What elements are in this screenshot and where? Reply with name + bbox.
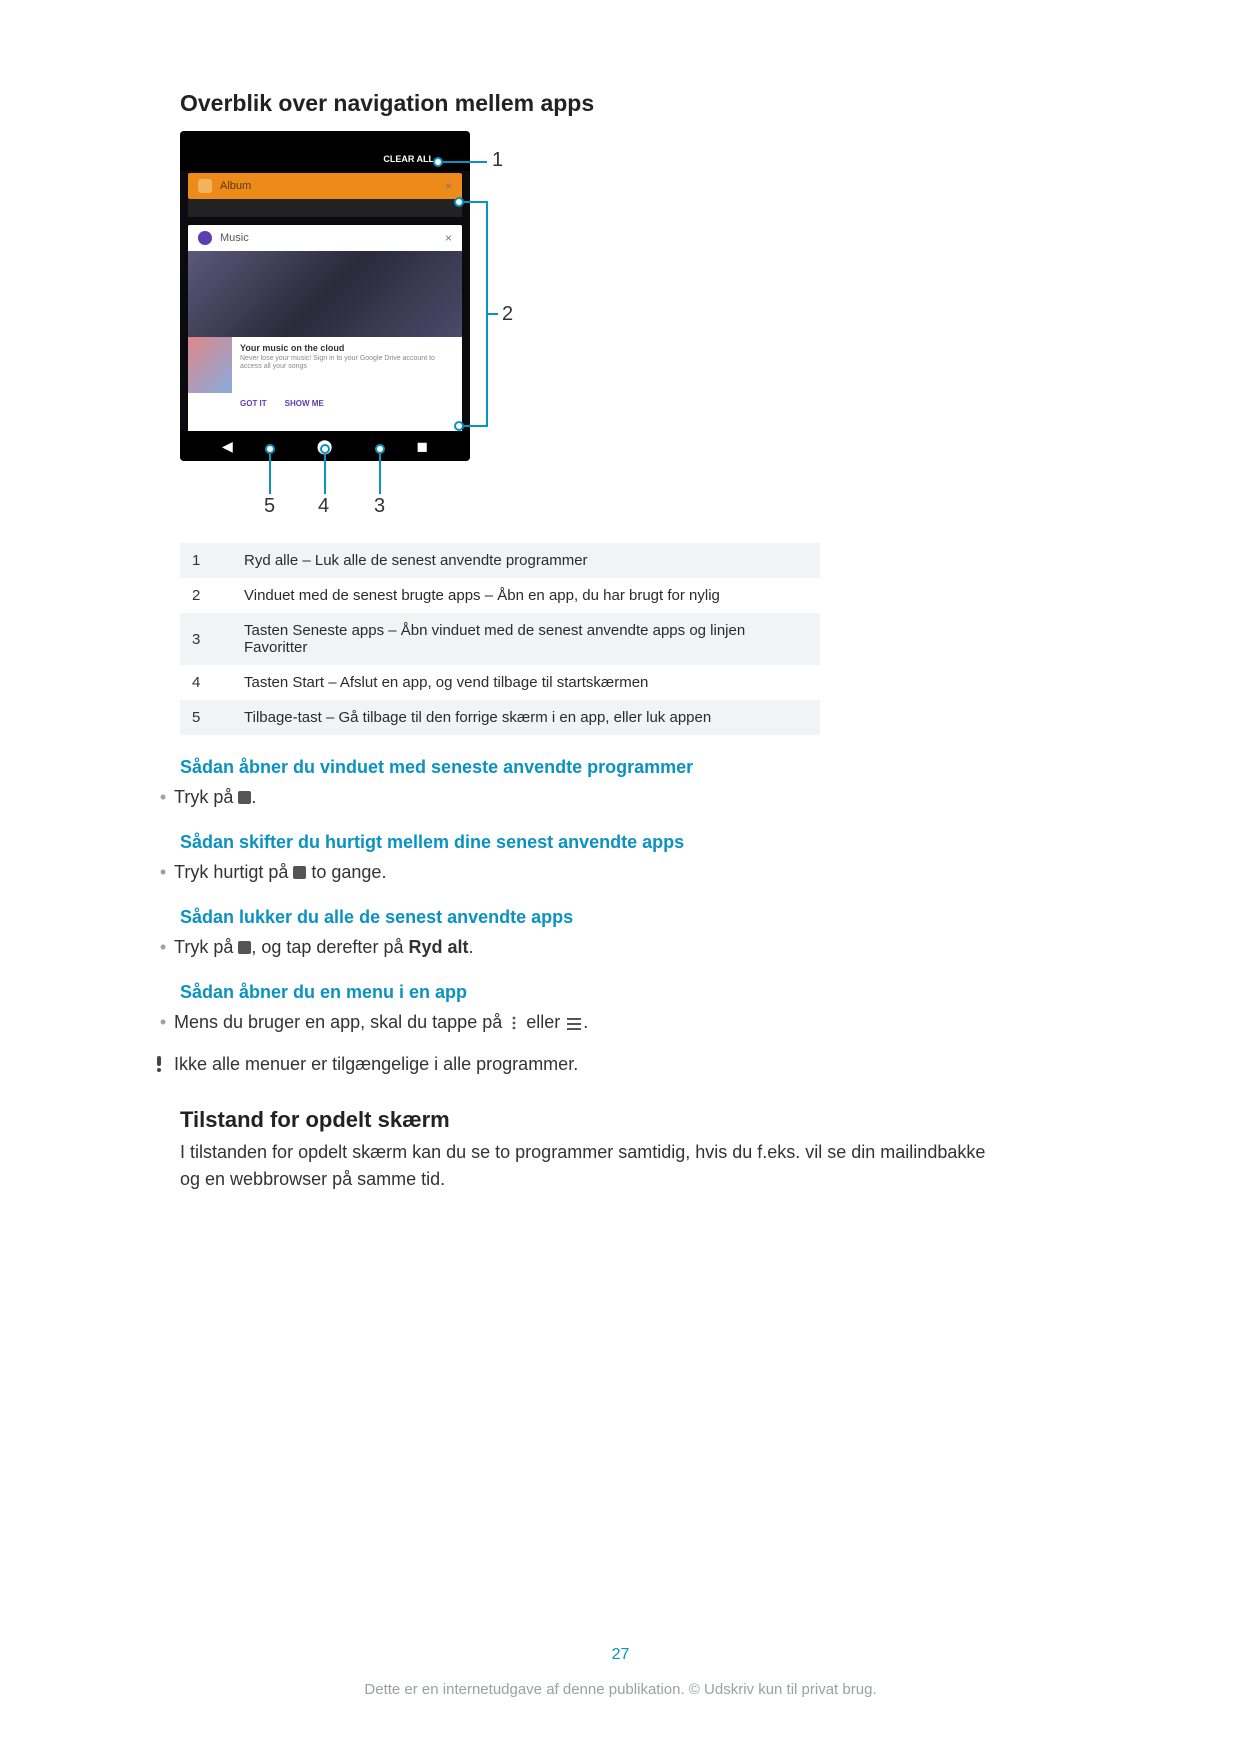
recent-apps-icon [238, 791, 251, 804]
kebab-menu-icon [507, 1011, 521, 1037]
important-icon [152, 1051, 174, 1079]
album-icon [198, 179, 212, 193]
recent-apps-icon [293, 866, 306, 879]
avatar-art [188, 337, 232, 393]
card-album-header: Album × [188, 173, 462, 199]
close-icon: × [445, 231, 452, 245]
heading-main: Overblik over navigation mellem apps [180, 90, 1061, 117]
instruction-text: Tryk på . [174, 784, 256, 810]
bullet-icon: • [152, 859, 174, 885]
bullet-icon: • [152, 784, 174, 810]
show-me-button: SHOW ME [285, 399, 324, 408]
bullet-icon: • [152, 1009, 174, 1035]
cloud-subtitle: Never lose your music! Sign in to your G… [240, 355, 454, 372]
heading-split-screen: Tilstand for opdelt skærm [180, 1107, 1061, 1133]
legend-table: 1Ryd alle – Luk alle de senest anvendte … [180, 543, 820, 735]
page-number: 27 [0, 1646, 1241, 1664]
phone-mock: CLEAR ALL Album × Music × [180, 131, 470, 461]
legend-row: 3Tasten Seneste apps – Åbn vinduet med d… [180, 613, 820, 665]
close-icon: × [445, 179, 452, 193]
hamburger-menu-icon [565, 1011, 583, 1037]
legend-row: 1Ryd alle – Luk alle de senest anvendte … [180, 543, 820, 578]
instruction-text: Mens du bruger en app, skal du tappe på … [174, 1009, 588, 1037]
back-icon: ◀ [222, 438, 233, 455]
instruction-text: Tryk på , og tap derefter på Ryd alt. [174, 934, 474, 960]
recent-icon: ◼ [416, 438, 428, 455]
instruction-text: Tryk hurtigt på to gange. [174, 859, 386, 885]
album-title: Album [220, 180, 251, 192]
copyright-footer: Dette er en internetudgave af denne publ… [0, 1681, 1241, 1698]
paragraph-split-screen: I tilstanden for opdelt skærm kan du se … [180, 1139, 1000, 1191]
callout-2: 2 [502, 303, 513, 326]
cloud-title: Your music on the cloud [240, 343, 454, 353]
clear-all-label: CLEAR ALL [180, 147, 470, 171]
subheading-open-recent: Sådan åbner du vinduet med seneste anven… [180, 757, 1061, 778]
recent-apps-icon [238, 941, 251, 954]
legend-row: 4Tasten Start – Afslut en app, og vend t… [180, 665, 820, 700]
note-text: Ikke alle menuer er tilgængelige i alle … [174, 1051, 578, 1077]
callout-3: 3 [374, 495, 385, 518]
callout-4: 4 [318, 495, 329, 518]
figure-app-switcher: CLEAR ALL Album × Music × [180, 131, 560, 521]
music-icon [198, 231, 212, 245]
got-it-button: GOT IT [240, 399, 267, 408]
music-title: Music [220, 232, 249, 244]
callout-1: 1 [492, 149, 503, 172]
subheading-open-menu: Sådan åbner du en menu i en app [180, 982, 1061, 1003]
subheading-switch-quick: Sådan skifter du hurtigt mellem dine sen… [180, 832, 1061, 853]
callout-5: 5 [264, 495, 275, 518]
bullet-icon: • [152, 934, 174, 960]
subheading-close-all: Sådan lukker du alle de senest anvendte … [180, 907, 1061, 928]
legend-row: 2Vinduet med de senest brugte apps – Åbn… [180, 578, 820, 613]
card-music: Music × Your music on the cloud Never lo… [188, 225, 462, 461]
legend-row: 5Tilbage-tast – Gå tilbage til den forri… [180, 700, 820, 735]
